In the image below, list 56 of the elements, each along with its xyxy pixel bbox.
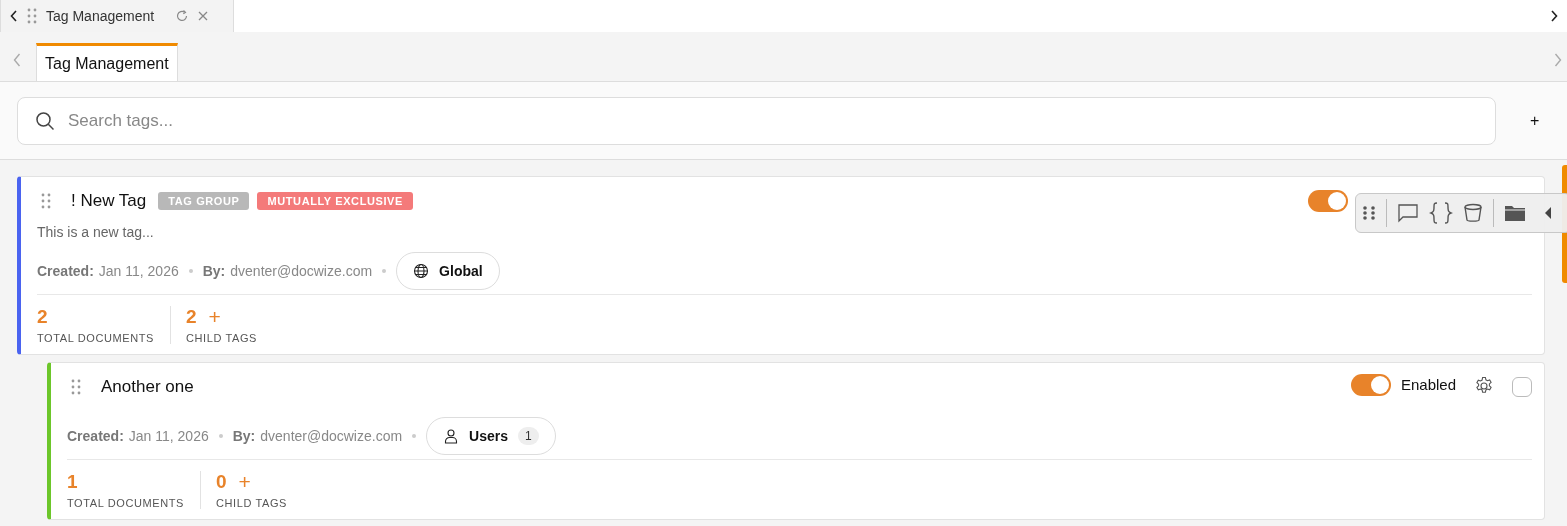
separator-dot (218, 433, 223, 438)
count-badge: 1 (518, 426, 539, 445)
add-button[interactable]: + (1526, 111, 1544, 130)
drag-handle-icon[interactable] (71, 379, 81, 395)
braces-icon[interactable] (1429, 202, 1453, 224)
close-icon[interactable] (198, 11, 209, 21)
person-icon (443, 427, 460, 444)
stat-label: CHILD TAGS (216, 497, 287, 509)
toggle-label: Enabled (1400, 375, 1456, 393)
drag-handle-icon[interactable] (41, 193, 51, 209)
separator-dot (382, 268, 387, 273)
document-count: 2 (37, 306, 49, 328)
bucket-icon[interactable] (1463, 203, 1483, 223)
document-count: 1 (67, 471, 79, 493)
scroll-right-icon[interactable] (1554, 53, 1562, 67)
tab-title: Tag Management (46, 8, 155, 24)
stat-label: CHILD TAGS (186, 332, 257, 344)
drag-handle-icon[interactable] (27, 8, 37, 24)
stat-label: TOTAL DOCUMENTS (37, 332, 154, 344)
scope-button[interactable]: Users 1 (426, 416, 556, 455)
refresh-icon[interactable] (175, 9, 190, 23)
enabled-toggle[interactable] (1308, 190, 1348, 212)
scope-button[interactable]: Global (396, 251, 500, 290)
created-date: Jan 11, 2026 (98, 262, 179, 279)
globe-icon (413, 262, 430, 279)
child-tag-count: 0 (216, 471, 227, 493)
select-checkbox[interactable] (1512, 377, 1532, 397)
tag-badge: MUTUALLY EXCLUSIVE (257, 192, 413, 210)
browser-tab[interactable]: Tag Management (0, 0, 234, 32)
scroll-left-icon[interactable] (13, 53, 21, 67)
back-chevron-icon[interactable] (10, 10, 18, 22)
author-label: By: (232, 427, 256, 444)
tag-description: This is a new tag... (37, 224, 155, 240)
search-icon (35, 110, 55, 131)
author-email: dventer@docwize.com (230, 262, 373, 279)
separator-dot (412, 433, 417, 438)
author-label: By: (202, 262, 226, 279)
collapse-arrow-icon[interactable] (1544, 206, 1552, 220)
tab[interactable]: Tag Management (36, 43, 178, 81)
settings-icon[interactable] (1474, 376, 1494, 396)
tag-name: Another one (101, 377, 194, 397)
drag-handle-icon[interactable] (1362, 206, 1376, 220)
author-email: dventer@docwize.com (260, 427, 403, 444)
created-label: Created: (37, 262, 94, 279)
stat-label: TOTAL DOCUMENTS (67, 497, 184, 509)
tag-badge: TAG GROUP (158, 192, 250, 210)
enabled-toggle[interactable] (1350, 374, 1391, 396)
forward-chevron-icon[interactable] (1550, 10, 1558, 22)
tag-name: ! New Tag (71, 191, 147, 211)
created-label: Created: (67, 427, 124, 444)
folder-icon[interactable] (1504, 204, 1526, 222)
separator-dot (188, 268, 193, 273)
search-field[interactable]: Search tags... (17, 96, 1496, 145)
created-date: Jan 11, 2026 (128, 427, 209, 444)
child-tag-count: 2 (186, 306, 197, 328)
comment-icon[interactable] (1397, 203, 1419, 223)
